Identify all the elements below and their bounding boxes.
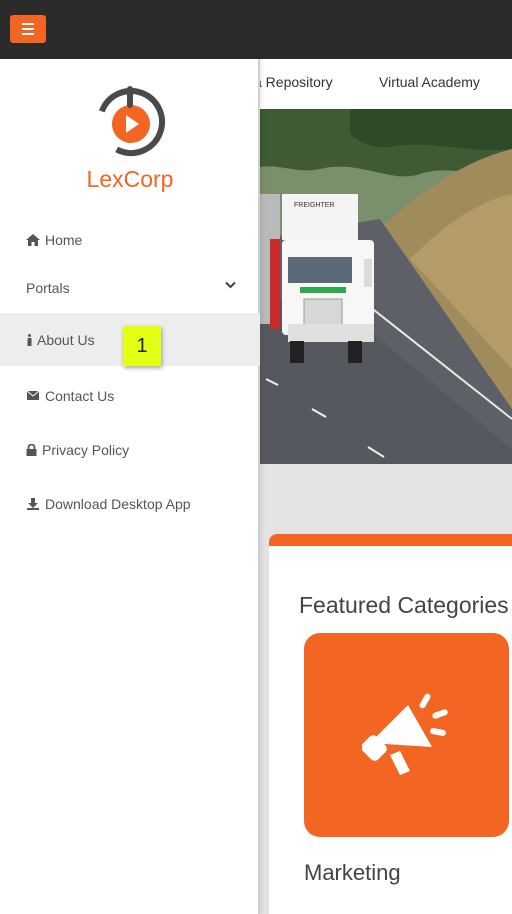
sidebar-item-label: Download Desktop App bbox=[45, 495, 191, 512]
nav-link-virtual-academy[interactable]: Virtual Academy bbox=[379, 74, 480, 90]
sidebar-item-portals[interactable]: Portals bbox=[0, 261, 260, 314]
featured-categories-card: Featured Categories Marketing bbox=[269, 534, 512, 914]
hamburger-menu-button[interactable] bbox=[10, 15, 46, 43]
sidebar-item-label: About Us bbox=[37, 331, 95, 348]
sidebar-item-label: Privacy Policy bbox=[42, 441, 130, 458]
hamburger-icon bbox=[22, 23, 34, 25]
sidebar-item-contact-us[interactable]: Contact Us bbox=[0, 369, 260, 422]
svg-text:FREIGHTER: FREIGHTER bbox=[294, 202, 334, 209]
featured-categories-title: Featured Categories bbox=[299, 592, 509, 618]
sidebar-item-home[interactable]: Home bbox=[0, 213, 260, 266]
category-tile-marketing[interactable] bbox=[304, 633, 509, 837]
sidebar-drawer: LexCorp Home Portals About Us Contact Us… bbox=[0, 59, 260, 914]
annotation-badge: 1 bbox=[123, 326, 161, 366]
sidebar-item-download-desktop-app[interactable]: Download Desktop App bbox=[0, 477, 260, 530]
info-icon bbox=[26, 333, 32, 346]
nav-bar: a Repository Virtual Academy bbox=[254, 59, 512, 109]
hero-image: FREIGHTER bbox=[260, 109, 512, 464]
sidebar-item-label: Portals bbox=[26, 279, 70, 296]
nav-link-data-repository[interactable]: a Repository bbox=[254, 74, 333, 90]
logo-text: LexCorp bbox=[86, 166, 174, 192]
download-icon bbox=[26, 497, 40, 510]
sidebar-item-privacy-policy[interactable]: Privacy Policy bbox=[0, 423, 260, 476]
chevron-down-icon bbox=[225, 281, 236, 289]
sidebar-item-label: Home bbox=[45, 231, 83, 248]
sidebar-item-label: Contact Us bbox=[45, 387, 115, 404]
envelope-icon bbox=[26, 391, 40, 400]
lock-icon bbox=[26, 443, 37, 456]
megaphone-icon bbox=[362, 693, 448, 775]
category-label-marketing: Marketing bbox=[304, 860, 401, 885]
top-bar bbox=[0, 0, 512, 59]
home-icon bbox=[26, 233, 40, 246]
